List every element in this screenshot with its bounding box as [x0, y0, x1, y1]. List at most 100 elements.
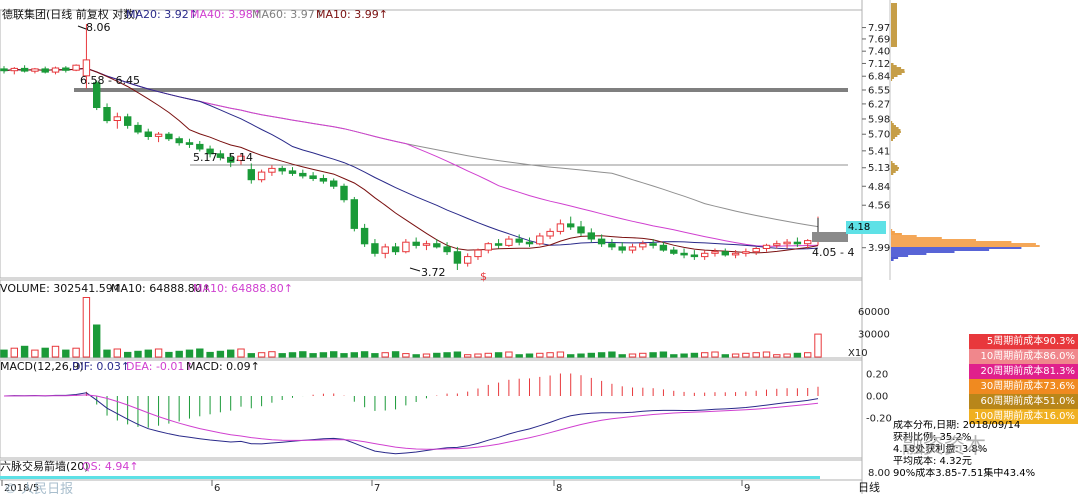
candle — [577, 220, 585, 236]
volume-bar — [443, 352, 451, 358]
indicator-tick-label: 8.00 — [868, 468, 890, 479]
volume-bar — [247, 353, 256, 358]
candle — [567, 216, 575, 230]
candle — [494, 239, 503, 249]
indicator4-value: QS: 4.94↑ — [82, 460, 139, 473]
volume-bar — [82, 297, 91, 358]
candle — [154, 132, 163, 143]
candle-body — [299, 172, 307, 177]
candle — [72, 64, 80, 72]
volume-bar — [103, 349, 111, 358]
volume-unit: X10 — [848, 348, 868, 359]
watermark-left: © 人民日报 — [4, 482, 74, 494]
volume-bar — [628, 353, 637, 358]
right-range-label: 4.05 - 4 — [812, 246, 854, 259]
candle-body — [536, 235, 544, 245]
moving-averages — [3, 67, 819, 254]
candle-body — [0, 68, 8, 72]
candle-body — [515, 238, 523, 243]
candle — [783, 239, 791, 249]
volume-bar — [0, 349, 8, 358]
candle-body — [618, 246, 626, 251]
volume-bar — [391, 351, 400, 358]
candle — [525, 237, 534, 247]
indicator4-header: 六脉交易箭墙(20) QS: 4.94↑ — [0, 459, 820, 479]
volume-bar — [330, 351, 338, 358]
volume-bar — [62, 349, 70, 358]
candle — [536, 232, 544, 246]
candle — [330, 178, 338, 189]
candle-body — [525, 241, 534, 245]
candle-body — [72, 64, 80, 71]
candle — [124, 113, 132, 129]
candle — [20, 65, 29, 73]
volume-bar — [175, 350, 183, 358]
candle-body — [185, 142, 194, 145]
volume-bar — [340, 353, 348, 358]
current-price-tag: 4.18 — [846, 221, 886, 234]
volume-bar — [299, 351, 307, 358]
volume-bar — [556, 351, 565, 358]
cost-legend-row: 5周期前成本90.3% — [969, 334, 1078, 349]
volume-bar — [360, 351, 369, 358]
price-tick-label: 6.84 — [868, 72, 890, 83]
candle — [412, 237, 420, 249]
volume-bar — [113, 348, 121, 358]
candle-body — [690, 254, 699, 258]
candle — [10, 67, 19, 75]
candle-body — [422, 243, 431, 246]
candle — [391, 242, 400, 255]
volume-bar — [134, 350, 142, 358]
volume-bar — [422, 353, 431, 358]
candle — [309, 172, 317, 182]
macd-histogram — [13, 373, 819, 428]
candle-body — [288, 170, 297, 174]
x-tick-label: 7 — [374, 483, 380, 494]
zone1-label: 6.58 - 6.45 — [80, 74, 140, 87]
volume-bar — [474, 353, 482, 358]
candle-body — [505, 238, 513, 246]
candle-body — [608, 243, 616, 248]
candle — [381, 243, 389, 259]
candle-body — [773, 243, 781, 246]
candle — [752, 246, 760, 255]
volume-bar — [10, 347, 19, 358]
indicator4-title: 六脉交易箭墙(20) — [0, 459, 89, 473]
candle-body — [134, 124, 142, 133]
current-price-box — [812, 232, 848, 242]
price-tick-label: 7.69 — [868, 34, 890, 45]
candle-body — [453, 251, 462, 264]
volume-bar — [494, 352, 503, 358]
volume-bar — [515, 354, 523, 358]
macd-tick-label: -0.20 — [866, 414, 892, 425]
price-tick-label: 7.97 — [868, 23, 890, 34]
price-annotations: 8.06 6.58 - 6.45 5.17 - 5.14 3.72 $ 4.05… — [77, 21, 854, 283]
candle — [639, 240, 647, 251]
candle — [670, 246, 678, 255]
candle-body — [443, 246, 451, 253]
candle-body — [577, 226, 585, 234]
macd-value: MACD: 0.09↑ — [186, 360, 260, 373]
volume-bar — [453, 351, 462, 358]
cost-info-line5: 90%成本3.85-7.51集中43.4% — [893, 468, 1036, 479]
candle-body — [340, 185, 348, 201]
volume-bar — [154, 348, 163, 358]
volume-bar — [752, 352, 760, 358]
price-tick-label: 6.27 — [868, 99, 890, 110]
volume-ma10-b: MA10: 64888.80↑ — [193, 282, 293, 295]
ma60-label: MA60: 3.97↑ — [252, 8, 324, 21]
candle-body — [587, 232, 595, 240]
price-tick-label: 5.41 — [868, 146, 890, 157]
volume-bar — [546, 352, 554, 358]
candle-body — [731, 252, 740, 256]
chart-stage: 德联集团(日线 前复权 对数) MA20: 3.92↑ MA40: 3.98↑ … — [0, 0, 1080, 494]
candle — [268, 165, 276, 176]
candle-body — [113, 116, 121, 122]
candle-body — [804, 240, 812, 245]
dea-line — [3, 394, 819, 450]
volume-tick-label: 30000 — [858, 330, 890, 341]
candle-body — [649, 243, 657, 246]
ma20-line — [3, 67, 819, 250]
volume-bar — [20, 345, 29, 358]
volume-bar — [577, 353, 585, 358]
